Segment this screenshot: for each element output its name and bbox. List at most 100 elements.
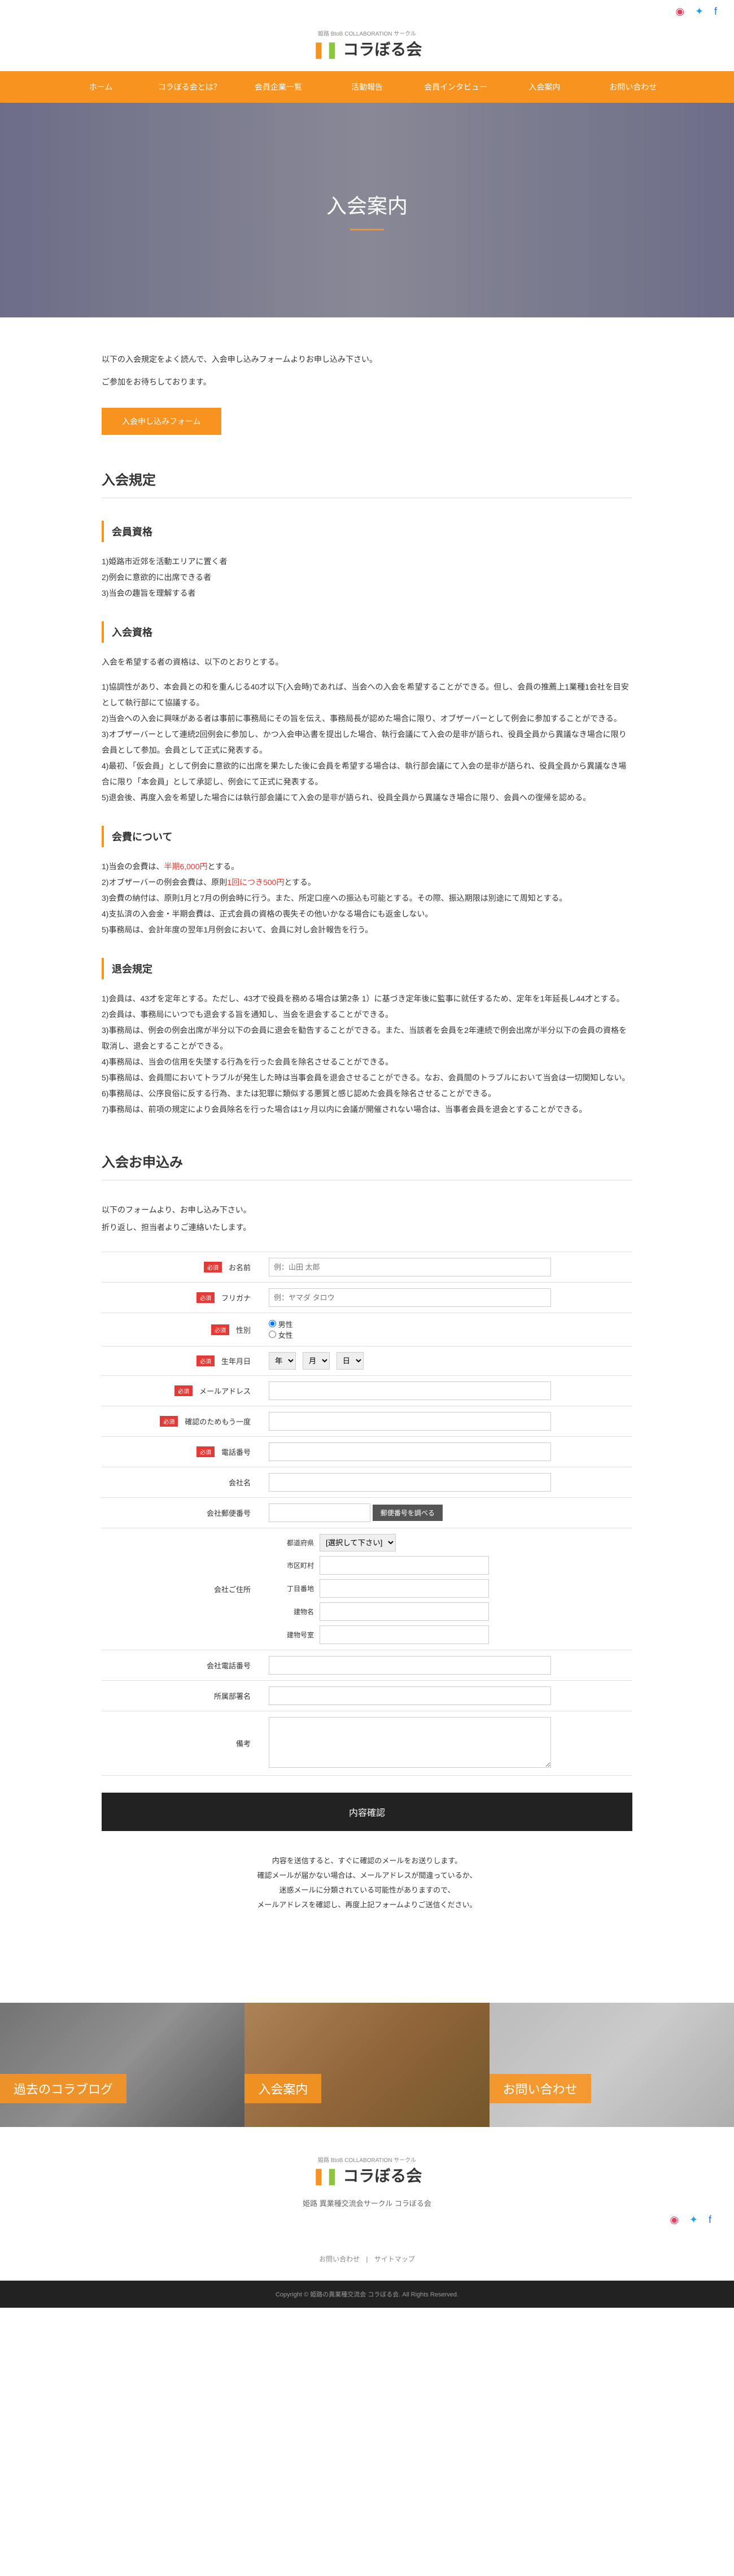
- dept-label: 所属部署名: [214, 1690, 251, 1701]
- form-note: 以下のフォームより、お申し込み下さい。 折り返し、担当者よりご連絡いたします。: [102, 1203, 632, 1235]
- intro-line-2: ご参加をお待ちしております。: [102, 374, 632, 390]
- twitter-icon[interactable]: ✦: [689, 2214, 698, 2225]
- fee-subheading: 会費について: [102, 826, 632, 847]
- name-label: お名前: [229, 1262, 251, 1272]
- birth-month-select[interactable]: 月: [303, 1352, 330, 1370]
- after-submit-note: 内容を送信すると、すぐに確認のメールをお送りします。確認メールが届かない場合は、…: [102, 1854, 632, 1912]
- list-item: 3)オブザーバーとして連続2回例会に参加し、かつ入会申込書を提出した場合、執行会…: [102, 726, 632, 758]
- instagram-icon[interactable]: ◉: [675, 6, 684, 17]
- logo-text: ❚❚ コラぼる会: [0, 37, 734, 60]
- nav-item-5[interactable]: 入会案内: [500, 71, 589, 103]
- dept-input[interactable]: [269, 1686, 551, 1705]
- required-badge: 必須: [204, 1262, 222, 1272]
- kana-input[interactable]: [269, 1288, 551, 1307]
- top-social-bar: ◉ ✦ f: [0, 0, 734, 23]
- required-badge: 必須: [196, 1355, 215, 1366]
- note-label: 備考: [236, 1738, 251, 1749]
- footer-name: 姫路 異業種交流会サークル コラぼる会: [0, 2198, 734, 2208]
- nav-item-2[interactable]: 会員企業一覧: [234, 71, 322, 103]
- city-input[interactable]: [320, 1556, 489, 1575]
- room-input[interactable]: [320, 1625, 489, 1644]
- instagram-icon[interactable]: ◉: [670, 2214, 679, 2225]
- gender-label: 性別: [236, 1324, 251, 1335]
- footer-card-0[interactable]: 過去のコラブログ: [0, 2003, 244, 2127]
- list-item: 3)事務局は、例会の例会出席が半分以下の会員に退会を勧告することができる。また、…: [102, 1022, 632, 1054]
- footer-card-1[interactable]: 入会案内: [244, 2003, 489, 2127]
- list-item: 4)支払済の入会金・半期会費は、正式会員の資格の喪失その他いかなる場合にも返金し…: [102, 906, 632, 922]
- form-heading: 入会お申込み: [102, 1151, 632, 1180]
- facebook-icon[interactable]: f: [709, 2214, 711, 2225]
- list-item: 2)オブザーバーの例会会費は、原則1回につき500円とする。: [102, 874, 632, 890]
- company-label: 会社名: [229, 1477, 251, 1488]
- company-zip-label: 会社郵便番号: [207, 1507, 251, 1518]
- company-tel-input[interactable]: [269, 1656, 551, 1675]
- nav-item-6[interactable]: お問い合わせ: [589, 71, 678, 103]
- building-input[interactable]: [320, 1602, 489, 1621]
- birth-year-select[interactable]: 年: [269, 1352, 296, 1370]
- apply-lead: 入会を希望する者の資格は、以下のとおりとする。: [102, 654, 632, 670]
- zip-lookup-button[interactable]: 郵便番号を調べる: [373, 1505, 443, 1521]
- email-label: メールアドレス: [199, 1385, 251, 1396]
- twitter-icon[interactable]: ✦: [695, 6, 704, 17]
- email-confirm-label: 確認のためもう一度: [185, 1416, 251, 1427]
- list-item: 2)当会への入会に興味がある者は事前に事務局にその旨を伝え、事務局長が認めた場合…: [102, 711, 632, 726]
- footer-link-cards: 過去のコラブログ入会案内お問い合わせ: [0, 2003, 734, 2127]
- gender-male-radio[interactable]: [269, 1320, 276, 1327]
- qualify-list: 1)姫路市近郊を活動エリアに置く者2)例会に意欲的に出席できる者3)当会の趣旨を…: [102, 553, 632, 601]
- list-item: 2)会員は、事務局にいつでも退会する旨を通知し、当会を退会することができる。: [102, 1006, 632, 1022]
- gender-female-option[interactable]: 女性: [269, 1331, 293, 1340]
- list-item: 1)当会の会費は、半期6,000円とする。: [102, 858, 632, 874]
- submit-button[interactable]: 内容確認: [102, 1793, 632, 1831]
- required-badge: 必須: [160, 1416, 178, 1427]
- tel-input[interactable]: [269, 1442, 551, 1461]
- footer-social: ◉ ✦ f: [0, 2208, 734, 2231]
- gender-female-radio[interactable]: [269, 1331, 276, 1338]
- email-confirm-input[interactable]: [269, 1412, 551, 1431]
- required-badge: 必須: [174, 1385, 193, 1396]
- kana-label: フリガナ: [221, 1292, 251, 1303]
- hero-banner: 入会案内: [0, 103, 734, 317]
- header-logo: 姫路 BtoB COLLABORATION サークル ❚❚ コラぼる会: [0, 23, 734, 71]
- list-item: 4)最初、「仮会員」として例会に意欲的に出席を果たした後に会員を希望する場合は、…: [102, 758, 632, 790]
- list-item: 3)会費の納付は、原則1月と7月の例会時に行う。また、所定口座への振込も可能とす…: [102, 890, 632, 906]
- fee-list: 1)当会の会費は、半期6,000円とする。2)オブザーバーの例会会費は、原則1回…: [102, 858, 632, 938]
- list-item: 1)協調性があり、本会員との和を重んじる40才以下(入会時)であれば、当会への入…: [102, 679, 632, 711]
- tel-label: 電話番号: [221, 1446, 251, 1457]
- apply-block: 入会を希望する者の資格は、以下のとおりとする。 1)協調性があり、本会員との和を…: [102, 654, 632, 805]
- footer-card-2[interactable]: お問い合わせ: [490, 2003, 734, 2127]
- note-textarea[interactable]: [269, 1717, 551, 1768]
- name-input[interactable]: [269, 1258, 551, 1276]
- list-item: 2)例会に意欲的に出席できる者: [102, 569, 632, 585]
- main-nav: ホームコラぼる会とは？会員企業一覧活動報告会員インタビュー入会案内お問い合わせ: [0, 71, 734, 103]
- company-tel-label: 会社電話番号: [207, 1660, 251, 1671]
- footer-link[interactable]: お問い合わせ: [319, 2255, 360, 2263]
- logo-tagline: 姫路 BtoB COLLABORATION サークル: [0, 29, 734, 37]
- apply-form-button[interactable]: 入会申し込みフォーム: [102, 408, 221, 435]
- required-badge: 必須: [196, 1446, 215, 1457]
- birth-day-select[interactable]: 日: [337, 1352, 364, 1370]
- list-item: 4)事務局は、当会の信用を失墜する行為を行った会員を除名させることができる。: [102, 1054, 632, 1070]
- pref-select[interactable]: [選択して下さい]: [320, 1534, 396, 1551]
- rules-heading: 入会規定: [102, 469, 632, 498]
- nav-item-4[interactable]: 会員インタビュー: [412, 71, 500, 103]
- nav-item-1[interactable]: コラぼる会とは？: [145, 71, 234, 103]
- footer-links: お問い合わせ | サイトマップ: [0, 2254, 734, 2264]
- list-item: 7)事務局は、前項の規定により会員除名を行った場合は1ヶ月以内に会議が開催されな…: [102, 1101, 632, 1117]
- nav-item-3[interactable]: 活動報告: [322, 71, 411, 103]
- nav-item-0[interactable]: ホーム: [56, 71, 145, 103]
- street-input[interactable]: [320, 1579, 489, 1598]
- email-input[interactable]: [269, 1381, 551, 1400]
- footer-link[interactable]: サイトマップ: [374, 2255, 415, 2263]
- list-item: 5)事務局は、会員間においてトラブルが発生した時は当事会員を退会させることができ…: [102, 1070, 632, 1086]
- copyright: Copyright © 姫路の異業種交流会 コラぼる会. All Rights …: [0, 2281, 734, 2308]
- gender-male-option[interactable]: 男性: [269, 1320, 293, 1329]
- required-badge: 必須: [196, 1292, 215, 1303]
- required-badge: 必須: [211, 1324, 229, 1335]
- facebook-icon[interactable]: f: [714, 6, 717, 17]
- list-item: 5)事務局は、会計年度の翌年1月例会において、会員に対し会計報告を行う。: [102, 922, 632, 938]
- company-input[interactable]: [269, 1473, 551, 1492]
- company-zip-input[interactable]: [269, 1503, 370, 1522]
- list-item: 1)姫路市近郊を活動エリアに置く者: [102, 553, 632, 569]
- application-form: 必須お名前 必須フリガナ 必須性別 男性 女性 必須生年月日 年 月 日 必須メ…: [102, 1252, 632, 1776]
- birth-label: 生年月日: [221, 1355, 251, 1366]
